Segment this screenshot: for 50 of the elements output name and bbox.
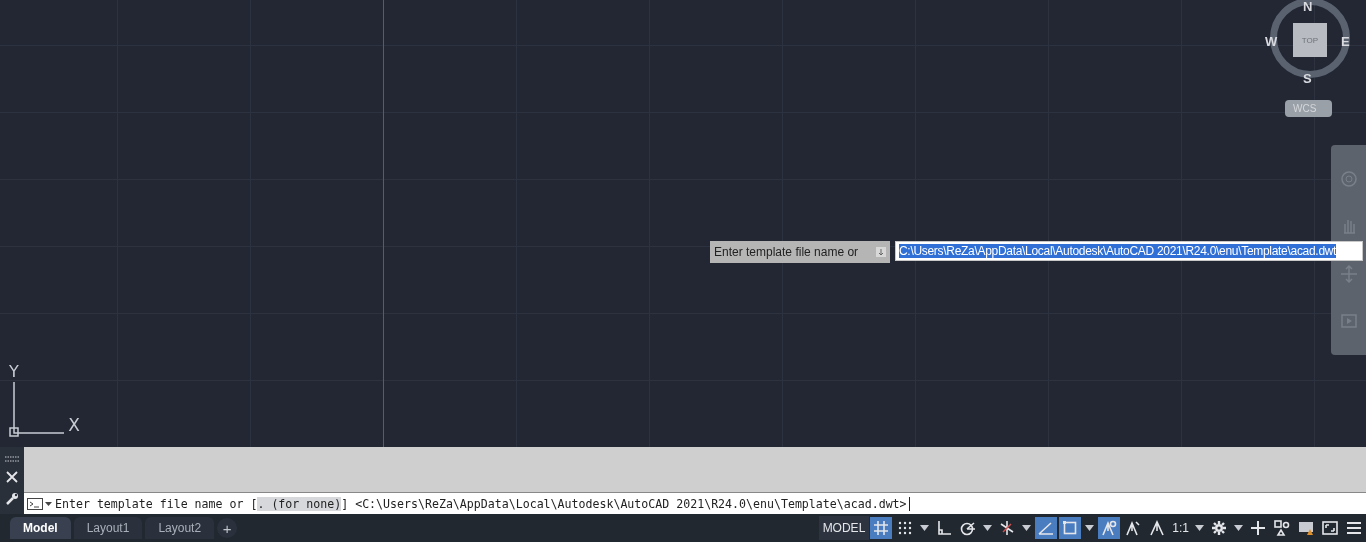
menu-icon (1346, 520, 1362, 536)
add-tab-button[interactable]: + (217, 518, 238, 538)
layout-tab[interactable]: Layout2 (145, 517, 215, 539)
caret-icon[interactable] (1234, 525, 1243, 531)
viewcube[interactable]: N W TOP E S (1266, 0, 1352, 86)
north-label: N (1303, 0, 1313, 13)
model-button[interactable]: MODEL (818, 516, 870, 540)
caret-icon[interactable] (1085, 525, 1095, 531)
shapes-icon (1274, 520, 1290, 536)
square-snap-icon (1062, 520, 1079, 536)
caret-icon[interactable] (1195, 525, 1204, 531)
input-field[interactable]: C:\Users\ReZa\AppData\Local\Autodesk\AutoCAD 2021\R24.0\enu\Template\acad.dwt (895, 241, 1363, 261)
layout-tab[interactable]: Model (10, 517, 71, 539)
monitor-icon (1298, 520, 1314, 536)
caret-icon[interactable] (920, 525, 930, 531)
wheel-icon (1339, 169, 1358, 188)
crossed-lines-icon (999, 520, 1016, 536)
prompt-icon[interactable] (27, 497, 53, 510)
annotation-icon (1149, 520, 1166, 536)
west-label: W (1265, 35, 1278, 48)
caret-icon[interactable] (983, 525, 993, 531)
command-prompt: Enter template file name or [. (for none)] <C:\Users\ReZa\AppData\Local\Autodesk\AutoCAD 2021\R24.0\enu\Template\acad.dwt> (55, 496, 907, 511)
layout-tab[interactable]: Layout1 (73, 517, 143, 539)
polar-icon (960, 520, 977, 536)
annotation-icon (1101, 520, 1118, 536)
angle-icon (1038, 520, 1055, 536)
fullscreen-icon (1322, 520, 1338, 536)
caret-icon[interactable] (1022, 525, 1032, 531)
text-cursor (908, 496, 910, 511)
film-icon (1339, 312, 1358, 331)
plus-icon (1250, 520, 1266, 536)
grid-icon (873, 520, 890, 536)
drawing-canvas[interactable]: N W TOP E S WCS Enter template file name or C:\Users\ReZa\AppData\Local\Autodesk\AutoCAD 2021\R24.0\enu\Template\acad.dwt Y X (0, 0, 1366, 447)
south-label: S (1303, 72, 1312, 85)
wrench-icon[interactable] (5, 491, 19, 506)
scale-button[interactable]: 1:1 (1169, 521, 1192, 535)
status-toggle[interactable] (1059, 517, 1082, 539)
east-label: E (1341, 35, 1350, 48)
annotation-icon (1125, 520, 1142, 536)
orbit-icon (1339, 264, 1358, 283)
dots-icon (897, 520, 914, 536)
close-icon[interactable] (6, 470, 18, 483)
right-angle-icon (936, 520, 953, 536)
settings-icon (1211, 520, 1227, 536)
grip-icon[interactable] (4, 455, 20, 462)
status-toggle[interactable] (1098, 517, 1121, 539)
status-toggle[interactable] (870, 517, 893, 539)
status-toggle[interactable] (1035, 517, 1058, 539)
down-arrow-icon[interactable] (876, 247, 886, 257)
prompt-text: Enter template file name or (714, 245, 859, 259)
